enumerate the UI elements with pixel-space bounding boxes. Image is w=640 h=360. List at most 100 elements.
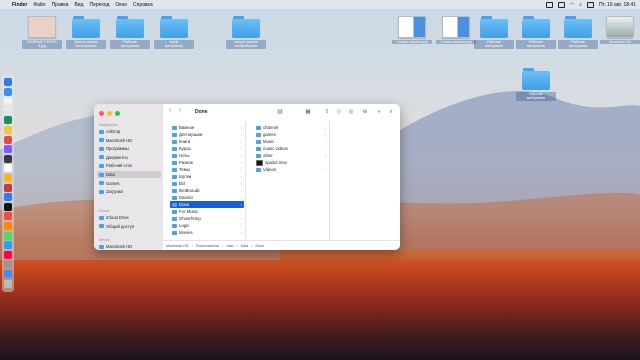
clock[interactable]: Пт, 16 авг. 18:41 xyxy=(599,2,636,8)
path-segment[interactable]: Пользователи xyxy=(196,244,219,248)
share-icon[interactable]: ⇪ xyxy=(323,108,331,116)
desktop-icon[interactable]: Apple материалы xyxy=(154,16,194,49)
close-button[interactable] xyxy=(99,111,104,116)
dock-app-icon[interactable] xyxy=(4,164,12,173)
sidebar-item[interactable]: Рабочий стол xyxy=(97,162,161,169)
desktop-icon[interactable]: Снимок экрана.png xyxy=(436,16,476,45)
dock-app-icon[interactable] xyxy=(4,231,12,240)
control-center-icon[interactable] xyxy=(587,1,594,8)
sidebar-item[interactable]: Macintosh HD xyxy=(97,137,161,144)
desktop-icon[interactable]: Рабочие материалы xyxy=(516,16,556,49)
desktop-icon[interactable]: Запись экрана необработано xyxy=(226,16,266,49)
desktop-icon[interactable]: Рабочие материалы xyxy=(110,16,150,49)
dock-app-icon[interactable] xyxy=(4,193,12,202)
list-item[interactable]: Davinci › xyxy=(170,194,244,201)
menu-help[interactable]: Справка xyxy=(133,2,153,8)
sidebar-item[interactable]: Macintosh HD xyxy=(97,243,161,250)
dock-app-icon[interactable] xyxy=(4,106,12,115)
list-item[interactable]: For Music › xyxy=(170,208,244,215)
list-item[interactable]: Важное › xyxy=(170,124,244,131)
dock-app-icon[interactable] xyxy=(4,202,12,211)
dock-app-icon[interactable] xyxy=(4,97,12,106)
list-item[interactable]: Logic › xyxy=(170,222,244,229)
desktop-icon[interactable]: Запись экрана несохранено xyxy=(66,16,106,49)
dock-app-icon[interactable] xyxy=(4,116,12,125)
desktop-icon-label: Запись экрана несохранено xyxy=(66,40,106,49)
path-segment[interactable]: Macintosh HD xyxy=(166,244,189,248)
list-item[interactable]: Done › xyxy=(170,201,244,208)
desktop-icon[interactable]: ГЛАВНАЯ-TOP100-8.jpg xyxy=(22,16,62,49)
dock-app-icon[interactable] xyxy=(4,279,12,288)
list-item[interactable]: Movies › xyxy=(170,229,244,236)
list-item[interactable]: BroBroLab › xyxy=(170,187,244,194)
desktop-icon[interactable]: Снимок экрана.png xyxy=(392,16,432,45)
screen-record-icon[interactable] xyxy=(545,1,553,8)
list-item[interactable]: Темы › xyxy=(170,166,244,173)
dock-app-icon[interactable] xyxy=(4,183,12,192)
list-item[interactable]: Разное › xyxy=(170,159,244,166)
path-segment[interactable]: Done xyxy=(255,244,264,248)
more-icon[interactable]: » xyxy=(375,108,383,116)
display-icon[interactable] xyxy=(557,1,565,8)
dock-app-icon[interactable] xyxy=(4,260,12,269)
columns-view-icon[interactable]: ▥ xyxy=(273,108,287,116)
dock-app-icon[interactable] xyxy=(4,174,12,182)
menu-view[interactable]: Вид xyxy=(74,2,83,8)
menu-go[interactable]: Переход xyxy=(90,2,110,8)
forward-button[interactable]: › xyxy=(179,107,181,114)
dock-app-icon[interactable] xyxy=(4,78,12,86)
group-icon[interactable]: ▦ xyxy=(301,108,315,116)
dock-app-icon[interactable] xyxy=(4,135,12,144)
tag-icon[interactable]: ◇ xyxy=(335,108,343,116)
list-item[interactable]: music videos › xyxy=(254,145,328,152)
menu-file[interactable]: Файл xyxy=(33,2,45,8)
path-segment[interactable]: mad xyxy=(226,244,233,248)
sidebar-item[interactable]: Загрузки xyxy=(97,188,161,195)
search-icon[interactable]: ⌕ xyxy=(387,108,395,116)
list-item[interactable]: Music › xyxy=(254,138,328,145)
wifi-icon[interactable]: ◠ xyxy=(570,2,574,8)
list-item[interactable]: spain2.mov xyxy=(254,159,328,166)
back-button[interactable]: ‹ xyxy=(169,107,171,114)
menu-finder[interactable]: Finder xyxy=(12,2,27,8)
list-item[interactable]: games › xyxy=(254,131,328,138)
list-item[interactable]: Курсы › xyxy=(170,145,244,152)
path-segment[interactable]: Data xyxy=(241,244,249,248)
minimize-button[interactable] xyxy=(107,111,112,116)
list-item[interactable]: Для музыки › xyxy=(170,131,244,138)
list-item[interactable]: Videos › xyxy=(254,166,328,173)
dock-app-icon[interactable] xyxy=(4,87,12,96)
sidebar-item[interactable]: Games xyxy=(97,180,161,187)
desktop-icon[interactable]: Рабочие материалы xyxy=(558,16,598,49)
list-item[interactable]: channel › xyxy=(254,124,328,131)
search-icon[interactable]: ⌕ xyxy=(579,2,582,8)
sidebar-item[interactable]: iCloud Drive xyxy=(97,214,161,221)
desktop-icon[interactable]: Macintosh HD xyxy=(600,16,640,45)
list-item[interactable]: Ноты › xyxy=(170,152,244,159)
list-item[interactable]: Шутки › xyxy=(170,173,244,180)
dock-app-icon[interactable] xyxy=(4,250,12,259)
desktop-icon[interactable]: Рабочие материалы xyxy=(474,16,514,49)
dock-app-icon[interactable] xyxy=(4,212,12,221)
sidebar-item[interactable]: Документы xyxy=(97,154,161,161)
dock-app-icon[interactable] xyxy=(4,154,12,163)
desktop-icon[interactable]: Рабочие материалы xyxy=(516,68,556,101)
dock-app-icon[interactable] xyxy=(4,126,12,134)
sidebar-item[interactable]: Data xyxy=(97,171,161,178)
sidebar-item[interactable]: Общий доступ xyxy=(97,223,161,230)
airdrop-icon[interactable]: ◎ xyxy=(347,108,355,116)
list-item[interactable]: GhowTemp › xyxy=(170,215,244,222)
list-item[interactable]: Книги › xyxy=(170,138,244,145)
dock-app-icon[interactable] xyxy=(4,241,12,250)
sidebar-item[interactable]: Программы xyxy=(97,145,161,152)
dock-app-icon[interactable] xyxy=(4,145,12,154)
list-item[interactable]: bbl › xyxy=(170,180,244,187)
list-item[interactable]: other › xyxy=(254,152,328,159)
sidebar-item[interactable]: AirDrop xyxy=(97,128,161,135)
action-icon[interactable]: ⊖ xyxy=(359,108,371,116)
dock-app-icon[interactable] xyxy=(4,222,12,230)
dock-app-icon[interactable] xyxy=(4,270,12,278)
zoom-button[interactable] xyxy=(115,111,120,116)
menu-window[interactable]: Окно xyxy=(115,2,127,8)
menu-edit[interactable]: Правка xyxy=(52,2,69,8)
